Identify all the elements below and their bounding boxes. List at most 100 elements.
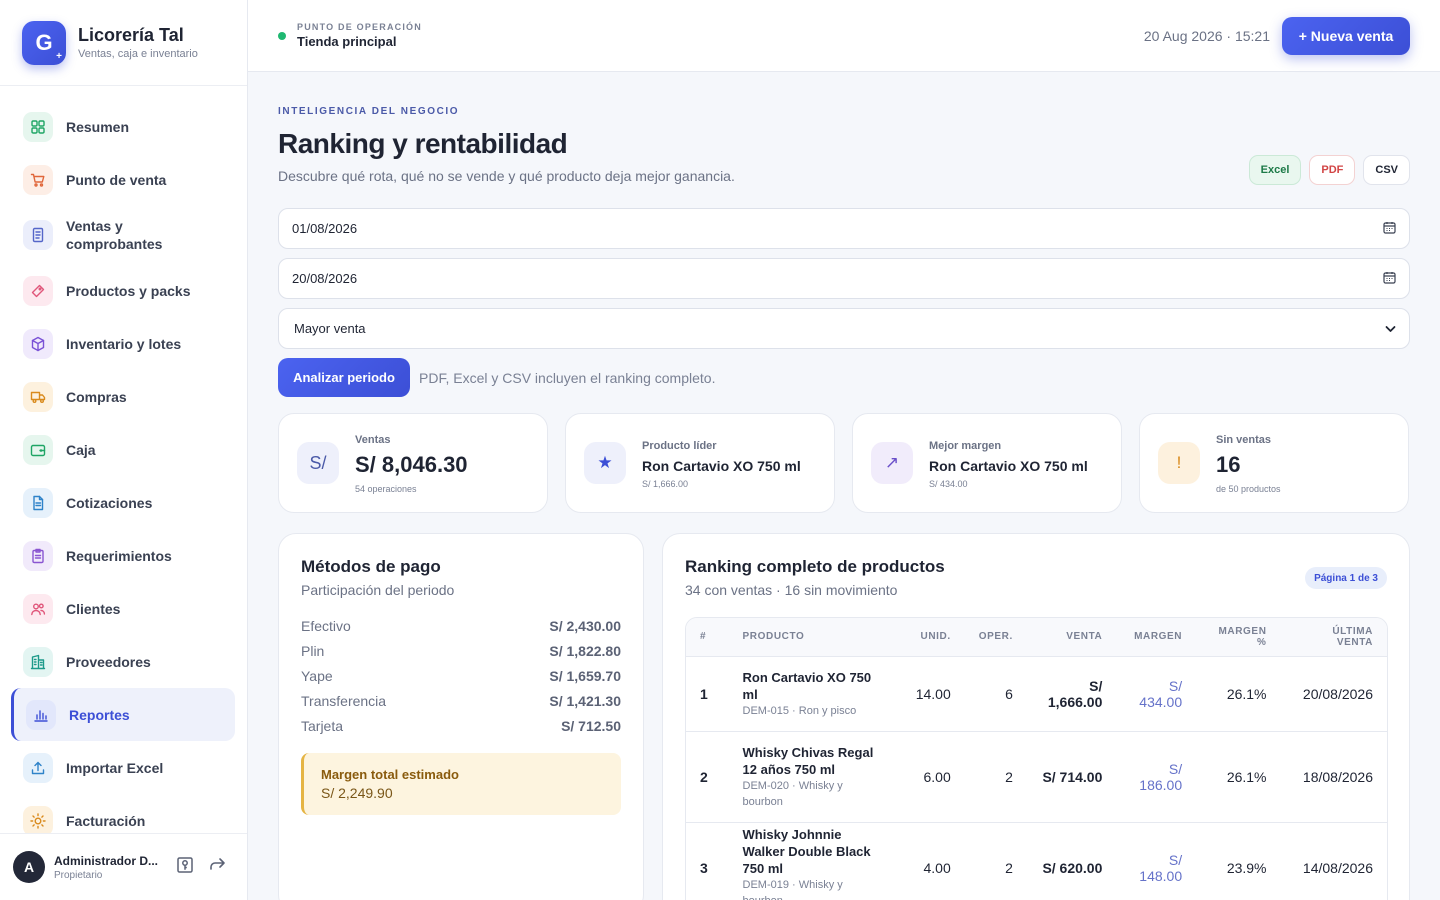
sale-cell: S/ 714.00 [1026,731,1117,823]
avatar[interactable]: A [13,851,45,883]
table-header-cell[interactable]: OPER. [964,618,1027,657]
payment-method-name: Transferencia [301,693,387,709]
new-sale-button[interactable]: + Nueva venta [1282,17,1410,55]
product-meta: DEM-015 · Ron y pisco [742,704,857,717]
operations-cell: 6 [964,656,1027,732]
table-header-cell[interactable]: ÚLTIMA VENTA [1280,618,1387,657]
payment-method-value: S/ 1,659.70 [549,668,621,684]
product-name[interactable]: Whisky Chivas Regal 12 años 750 ml [743,744,885,778]
card-subtitle: Participación del periodo [301,582,455,598]
sale-cell: S/ 620.00 [1026,822,1117,900]
alert-icon: ! [1158,442,1200,484]
sidebar-item-proveedores[interactable]: Proveedores [0,635,247,688]
sidebar-item-ventas-y-comprobantes[interactable]: Ventas y comprobantes [0,206,247,264]
export-pdf-button[interactable]: PDF [1309,155,1356,185]
sidebar-item-label: Ventas y comprobantes [66,218,163,252]
export-excel-button[interactable]: Excel [1248,155,1302,185]
estimated-margin-box: Margen total estimado S/ 2,249.90 [301,753,621,815]
payment-method-value: S/ 2,430.00 [549,618,621,634]
card-title: Métodos de pago [301,557,441,576]
table-header-cell[interactable]: UNID. [898,618,965,657]
payment-method-value: S/ 712.50 [561,718,621,734]
payment-row: Transferencia S/ 1,421.30 [301,693,621,709]
kpi-value: 16 [1216,452,1241,477]
logout-icon[interactable] [206,855,228,880]
kpi-label: Producto líder [642,440,717,452]
user-panel: A Administrador D... Propietario [0,833,247,900]
status-dot [278,32,286,40]
margin-pct-cell: 26.1% [1196,656,1281,732]
page-title: Ranking y rentabilidad [278,128,568,159]
brand-logo[interactable]: G + [22,20,66,65]
sidebar-item-label: Caja [66,441,96,458]
grid-icon [23,111,53,142]
kpi-label: Mejor margen [929,440,1002,452]
rank-cell: 3 [686,822,729,900]
payment-method-name: Plin [301,643,325,659]
margin-pct-cell: 23.9% [1196,822,1281,900]
export-buttons: Excel PDF CSV [1248,155,1410,185]
product-meta: DEM-019 · Whisky y bourbon [742,879,843,900]
sidebar-item-punto-de-venta[interactable]: Punto de venta [0,153,247,206]
table-header-row: # PRODUCTO UNID. OPER. VENTA MARGEN MARGEN % ÚL… [686,618,1387,657]
sidebar-item-compras[interactable]: Compras [0,370,247,423]
table-header-cell[interactable]: MARGEN % [1196,618,1281,657]
sidebar-item-inventario-y-lotes[interactable]: Inventario y lotes [0,317,247,370]
sidebar-item-requerimientos[interactable]: Requerimientos [0,529,247,582]
plus-icon: + [56,50,62,62]
table-header-cell[interactable]: VENTA [1026,618,1117,657]
units-cell: 4.00 [898,822,965,900]
card-subtitle: 34 con ventas · 16 sin movimiento [685,582,898,598]
payment-method-name: Efectivo [301,618,351,634]
margin-pct-cell: 26.1% [1196,731,1281,823]
sidebar-item-importar-excel[interactable]: Importar Excel [0,741,247,794]
brand-name: Licorería Tal [78,25,184,45]
product-meta: DEM-020 · Whisky y bourbon [742,779,843,808]
sidebar-item-reportes[interactable]: Reportes [11,688,235,741]
sidebar-item-label: Reportes [69,706,130,723]
sidebar-item-clientes[interactable]: Clientes [0,582,247,635]
product-name[interactable]: Ron Cartavio XO 750 ml [743,669,885,703]
payment-row: Tarjeta S/ 712.50 [301,718,621,734]
table-row[interactable]: 3 Whisky Johnnie Walker Double Black 750 … [686,822,1387,900]
page-eyebrow: INTELIGENCIA DEL NEGOCIO [278,106,460,117]
date-from-input[interactable]: 01/08/2026 [278,208,1410,249]
sidebar-item-cotizaciones[interactable]: Cotizaciones [0,476,247,529]
sidebar-item-label: Importar Excel [66,759,164,776]
kpi-sub: 54 operaciones [355,484,417,494]
operation-point-value[interactable]: Tienda principal [297,34,396,49]
calendar-icon[interactable] [1383,221,1396,237]
key-icon[interactable] [174,855,196,880]
calendar-icon[interactable] [1383,271,1396,287]
product-name[interactable]: Whisky Johnnie Walker Double Black 750 m… [743,826,885,877]
sort-select[interactable]: Mayor venta [278,308,1410,349]
current-datetime: 20 Aug 2026 · 15:21 [1143,28,1270,44]
card-title: Ranking completo de productos [685,557,945,576]
brand-subtitle: Ventas, caja e inventario [78,48,198,60]
payment-method-value: S/ 1,822.80 [549,643,621,659]
date-to-input[interactable]: 20/08/2026 [278,258,1410,299]
sidebar-item-caja[interactable]: Caja [0,423,247,476]
sidebar-item-resumen[interactable]: Resumen [0,100,247,153]
table-header-cell[interactable]: MARGEN [1116,618,1197,657]
kpi-no-sales: ! Sin ventas 16 de 50 productos [1139,413,1409,513]
sidebar-item-label: Productos y packs [66,282,191,299]
kpi-sub: S/ 434.00 [929,479,968,489]
sidebar-item-productos-y-packs[interactable]: Productos y packs [0,264,247,317]
analyze-period-button[interactable]: Analizar periodo [278,358,410,397]
table-row[interactable]: 1 Ron Cartavio XO 750 ml DEM-015 · Ron y p… [686,656,1387,732]
topbar: PUNTO DE OPERACIÓN Tienda principal 20 A… [248,0,1440,72]
sidebar-item-label: Resumen [66,118,130,135]
sun-icon [23,805,53,836]
margin-cell: S/ 434.00 [1116,656,1197,732]
export-csv-button[interactable]: CSV [1363,155,1410,185]
users-icon [23,593,53,624]
brand: G + Licorería Tal Ventas, caja e inventar… [0,0,247,86]
currency-icon: S/ [297,442,339,484]
operation-point-label: PUNTO DE OPERACIÓN [297,22,422,32]
kpi-sales: S/ Ventas S/ 8,046.30 54 operaciones [278,413,548,513]
payment-method-name: Yape [301,668,333,684]
sidebar-item-label: Facturación [66,812,146,829]
table-row[interactable]: 2 Whisky Chivas Regal 12 años 750 ml DEM-0… [686,731,1387,823]
kpi-sub: de 50 productos [1216,484,1281,494]
